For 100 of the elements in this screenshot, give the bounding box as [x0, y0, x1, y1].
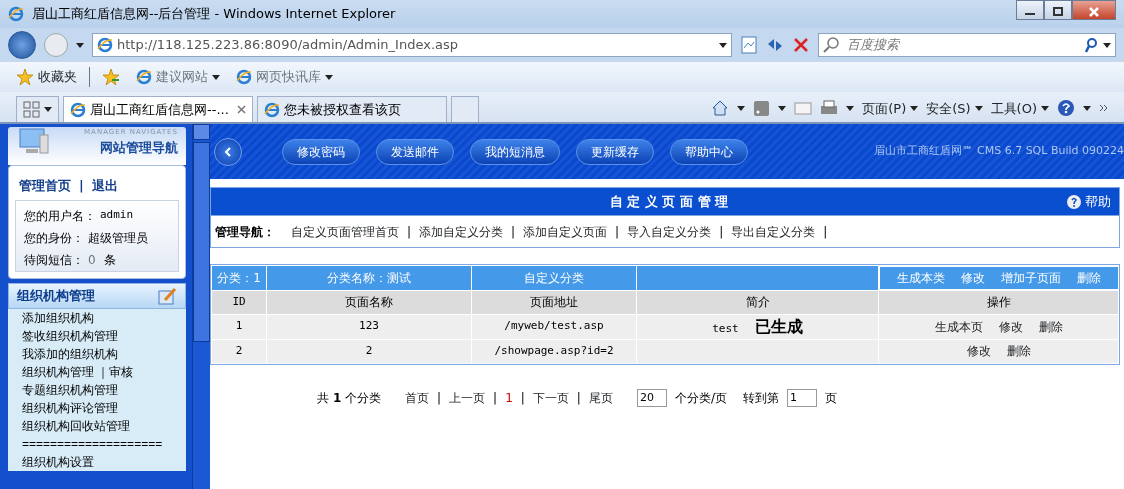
- chevron-icon: [224, 146, 232, 157]
- divider-text: |: [79, 177, 84, 195]
- sidebar-item[interactable]: 组织机构设置: [22, 452, 94, 471]
- back-button[interactable]: [214, 137, 242, 166]
- address-field[interactable]: http://118.125.223.86:8090/admin/Admin_Index.asp: [92, 33, 732, 57]
- divider-text: |: [493, 389, 498, 407]
- home-icon[interactable]: [711, 99, 730, 118]
- sidebar-item[interactable]: 我添加的组织机构: [22, 344, 118, 363]
- scroll-up-button[interactable]: [193, 124, 210, 140]
- caret-icon[interactable]: [778, 105, 787, 111]
- browser-logo-icon: [70, 101, 86, 118]
- favorites-button[interactable]: 收藏夹: [16, 67, 77, 87]
- chevron-icon[interactable]: [1099, 104, 1108, 113]
- sidebar-item[interactable]: 专题组织机构管理: [22, 380, 118, 399]
- action-link[interactable]: 生成本页: [934, 317, 983, 336]
- minimize-button[interactable]: [1016, 0, 1044, 20]
- search-icon[interactable]: [1083, 37, 1099, 53]
- column-header: 操作: [878, 290, 1119, 314]
- browser-tab[interactable]: 眉山工商红盾信息网--...: [63, 96, 253, 122]
- close-icon: [1089, 6, 1099, 17]
- page-link[interactable]: 首页: [405, 388, 430, 407]
- favorite-link[interactable]: 建议网站: [136, 67, 220, 87]
- close-icon[interactable]: [237, 105, 246, 114]
- back-button[interactable]: [8, 31, 36, 59]
- total-count: 共 1 个分类: [317, 389, 382, 407]
- section-header[interactable]: 组织机构管理: [8, 282, 186, 309]
- action-link[interactable]: 修改: [966, 342, 991, 360]
- section-title: 组织机构管理: [17, 286, 96, 305]
- sidebar-title: 网站管理导航: [99, 138, 178, 157]
- nav-link[interactable]: 导入自定义分类: [627, 222, 712, 241]
- action-link[interactable]: 删除: [1006, 342, 1031, 360]
- divider-text: |: [576, 389, 581, 407]
- sidebar-link[interactable]: 退出: [91, 176, 118, 196]
- table-cell: 2: [211, 339, 267, 363]
- browser-tab[interactable]: 您未被授权查看该页: [257, 96, 447, 122]
- sidebar-item[interactable]: 签收组织机构管理: [22, 326, 118, 345]
- page-link[interactable]: 下一页: [532, 388, 569, 407]
- refresh-icon[interactable]: [766, 36, 784, 54]
- favorite-link[interactable]: 网页快讯库: [236, 67, 333, 87]
- page-link[interactable]: 1: [505, 388, 513, 407]
- close-button[interactable]: [1072, 0, 1116, 20]
- caret-icon[interactable]: [737, 105, 746, 111]
- sidebar-item[interactable]: 组织机构管理 ｜审核: [22, 362, 134, 381]
- info-value: admin: [100, 206, 134, 223]
- caret-icon[interactable]: [325, 74, 333, 80]
- caret-icon[interactable]: [910, 105, 919, 111]
- help-icon[interactable]: [1057, 99, 1075, 118]
- table-cell: /myweb/test.asp: [471, 314, 637, 339]
- edit-icon: [157, 285, 177, 306]
- caret-icon[interactable]: [212, 74, 220, 80]
- action-link[interactable]: 删除: [1038, 317, 1063, 336]
- caret-icon[interactable]: [1083, 105, 1091, 111]
- per-page-field[interactable]: 20: [636, 388, 667, 407]
- command-menu[interactable]: 安全(S): [926, 98, 983, 118]
- table-cell: 123: [266, 314, 472, 339]
- caret-icon[interactable]: [1041, 105, 1049, 111]
- banner-button[interactable]: 我的短消息: [470, 138, 560, 165]
- divider-text: |: [520, 389, 525, 407]
- page-number-field[interactable]: 1: [786, 388, 817, 407]
- divider-text: |: [407, 223, 412, 241]
- printer-icon[interactable]: [820, 100, 839, 117]
- command-menu[interactable]: 工具(O): [990, 98, 1049, 118]
- scroll-thumb[interactable]: [193, 142, 210, 342]
- info-value: 0: [88, 251, 96, 269]
- banner-button[interactable]: 发送邮件: [376, 138, 454, 165]
- feed-icon[interactable]: [753, 99, 771, 117]
- caret-icon[interactable]: [974, 105, 983, 111]
- search-field[interactable]: 百度搜索: [818, 33, 1116, 57]
- page-label: 页: [824, 389, 837, 407]
- nav-link[interactable]: 添加自定义分类: [419, 222, 504, 241]
- caret-icon[interactable]: [1103, 42, 1111, 48]
- sidebar-item[interactable]: 组织机构评论管理: [22, 398, 118, 417]
- info-label: 您的用户名：: [24, 207, 96, 225]
- caret-icon[interactable]: [719, 42, 727, 48]
- stop-icon[interactable]: [792, 36, 810, 54]
- maximize-button[interactable]: [1044, 0, 1072, 20]
- sidebar-item[interactable]: 组织机构回收站管理: [22, 416, 130, 435]
- nav-link[interactable]: 自定义页面管理首页: [291, 222, 399, 241]
- caret-icon[interactable]: [44, 107, 52, 112]
- command-menu[interactable]: 页面(P): [862, 98, 919, 118]
- help-link[interactable]: 帮助: [1067, 191, 1111, 212]
- table-cell: 分类名称：测试: [266, 265, 472, 290]
- caret-icon[interactable]: [846, 105, 855, 111]
- sidebar-item[interactable]: ====================: [22, 434, 163, 453]
- column-header: 简介: [636, 290, 879, 314]
- add-favorite-icon[interactable]: [102, 68, 120, 86]
- page-link[interactable]: 上一页: [449, 388, 486, 407]
- compatibility-icon[interactable]: [740, 36, 758, 54]
- sidebar-link[interactable]: 管理首页: [19, 176, 71, 196]
- banner-button[interactable]: 帮助中心: [670, 138, 748, 165]
- page-link[interactable]: 尾页: [588, 388, 613, 407]
- banner-button[interactable]: 更新缓存: [576, 138, 654, 165]
- action-link[interactable]: 修改: [998, 317, 1023, 336]
- banner-button[interactable]: 修改密码: [282, 138, 360, 165]
- sidebar-item[interactable]: 添加组织机构: [22, 308, 94, 327]
- nav-link[interactable]: 添加自定义页面: [523, 222, 608, 241]
- caret-icon[interactable]: [76, 42, 84, 48]
- nav-link[interactable]: 导出自定义分类: [731, 222, 816, 241]
- grid-icon: [23, 101, 40, 118]
- column-header: ID: [211, 290, 267, 314]
